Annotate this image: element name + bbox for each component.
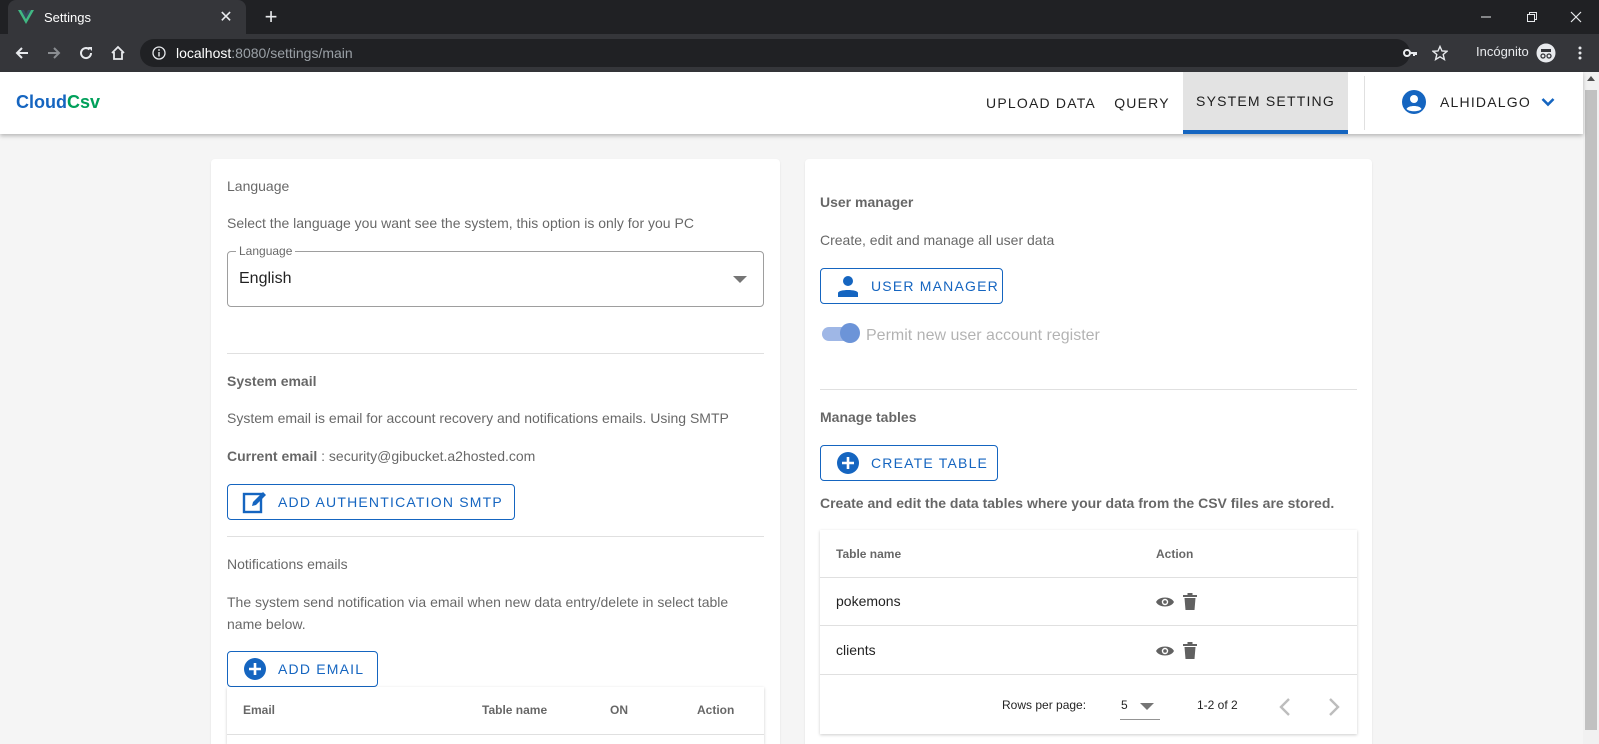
incognito-icon[interactable] [1534,41,1558,65]
app-header: CloudCsv UPLOAD DATA QUERY SYSTEM SETTIN… [0,72,1583,134]
browser-tab[interactable]: Settings ✕ [8,0,246,34]
back-icon[interactable] [10,41,34,65]
restore-icon[interactable] [1509,0,1555,34]
browser-toolbar: localhost:8080/settings/main Incógnito [0,34,1599,72]
table-name-cell: clients [836,642,876,658]
tab-title: Settings [44,9,91,25]
column-header-action[interactable]: Action [697,703,734,717]
person-icon [835,273,861,299]
language-select[interactable]: Language English [227,244,764,307]
language-title: Language [227,178,290,194]
notifications-description-cont: name below. [227,616,306,632]
page-scrollbar[interactable] [1583,72,1599,744]
divider [820,674,1357,675]
incognito-label: Incógnito [1476,44,1529,59]
manage-tables-title: Manage tables [820,409,917,425]
language-select-value: English [239,270,292,287]
account-circle-icon [1402,90,1426,114]
dropdown-arrow-icon [733,276,747,283]
column-header-table-name[interactable]: Table name [836,547,901,561]
close-tab-icon[interactable]: ✕ [216,7,236,27]
column-header-table-name[interactable]: Table name [482,703,547,717]
url-path: :8080/settings/main [231,45,353,61]
delete-trash-icon[interactable] [1183,642,1197,659]
divider [820,625,1357,626]
chevron-down-icon [1541,98,1555,107]
scrollbar-thumb[interactable] [1585,90,1597,730]
system-email-description: System email is email for account recove… [227,410,729,426]
reload-icon[interactable] [74,41,98,65]
divider [820,577,1357,578]
manage-tables-description: Create and edit the data tables where yo… [820,495,1335,511]
nav-divider [1364,76,1365,130]
notifications-table: Email Table name ON Action [227,687,764,744]
add-circle-icon [835,450,861,476]
data-tables-table: Table name Action pokemons clients Rows … [820,530,1357,734]
minimize-icon[interactable] [1463,0,1509,34]
current-email: Current email : security@gibucket.a2host… [227,448,536,464]
vue-logo-icon [18,10,34,24]
table-name-cell: pokemons [836,593,901,609]
add-authentication-smtp-button[interactable]: ADD AUTHENTICATION SMTP [227,484,515,520]
user-name: ALHIDALGO [1440,94,1531,110]
permit-register-label: Permit new user account register [866,327,1100,344]
address-bar[interactable]: localhost:8080/settings/main [140,39,1410,67]
add-circle-icon [242,656,268,682]
nav-system-setting[interactable]: SYSTEM SETTING [1183,72,1348,134]
user-manager-description: Create, edit and manage all user data [820,232,1055,248]
chevron-right-icon[interactable] [1328,697,1340,717]
new-tab-icon[interactable]: + [258,4,284,30]
url-host: localhost [176,45,232,61]
nav-query[interactable]: QUERY [1104,72,1180,134]
nav-upload-data[interactable]: UPLOAD DATA [962,72,1120,134]
home-icon[interactable] [106,41,130,65]
info-icon[interactable] [152,46,166,60]
close-window-icon[interactable] [1553,0,1599,34]
dropdown-arrow-icon [1140,703,1154,710]
notifications-description: The system send notification via email w… [227,594,729,610]
user-manager-button[interactable]: USER MANAGER [820,268,1003,304]
rows-per-page-select[interactable]: 5 [1120,692,1160,720]
bookmark-star-icon[interactable] [1428,41,1452,65]
user-menu[interactable]: ALHIDALGO [1402,90,1555,114]
language-select-label: Language [236,244,296,258]
divider [227,536,764,537]
column-header-on[interactable]: ON [610,703,628,717]
edit-note-icon [242,489,268,515]
scroll-up-icon[interactable] [1587,76,1595,81]
browser-tab-bar: Settings ✕ + [0,0,1599,34]
toggle-knob [840,323,860,343]
view-eye-icon[interactable] [1155,595,1175,609]
forward-icon[interactable] [42,41,66,65]
delete-trash-icon[interactable] [1183,593,1197,610]
column-header-email[interactable]: Email [243,703,275,717]
pagination-range: 1-2 of 2 [1197,698,1238,712]
rows-per-page-label: Rows per page: [1002,698,1087,712]
divider [227,353,764,354]
app-logo[interactable]: CloudCsv [16,92,100,113]
notifications-title: Notifications emails [227,556,348,572]
key-icon[interactable] [1398,41,1422,65]
divider [820,389,1357,390]
create-table-button[interactable]: CREATE TABLE [820,445,998,481]
language-description: Select the language you want see the sys… [227,215,694,231]
divider [227,734,764,735]
chevron-left-icon[interactable] [1279,697,1291,717]
view-eye-icon[interactable] [1155,644,1175,658]
browser-menu-icon[interactable] [1568,41,1592,65]
system-email-title: System email [227,373,317,389]
add-email-button[interactable]: ADD EMAIL [227,651,378,687]
permit-register-toggle[interactable] [822,323,860,343]
column-header-action[interactable]: Action [1156,547,1193,561]
user-manager-title: User manager [820,194,914,210]
